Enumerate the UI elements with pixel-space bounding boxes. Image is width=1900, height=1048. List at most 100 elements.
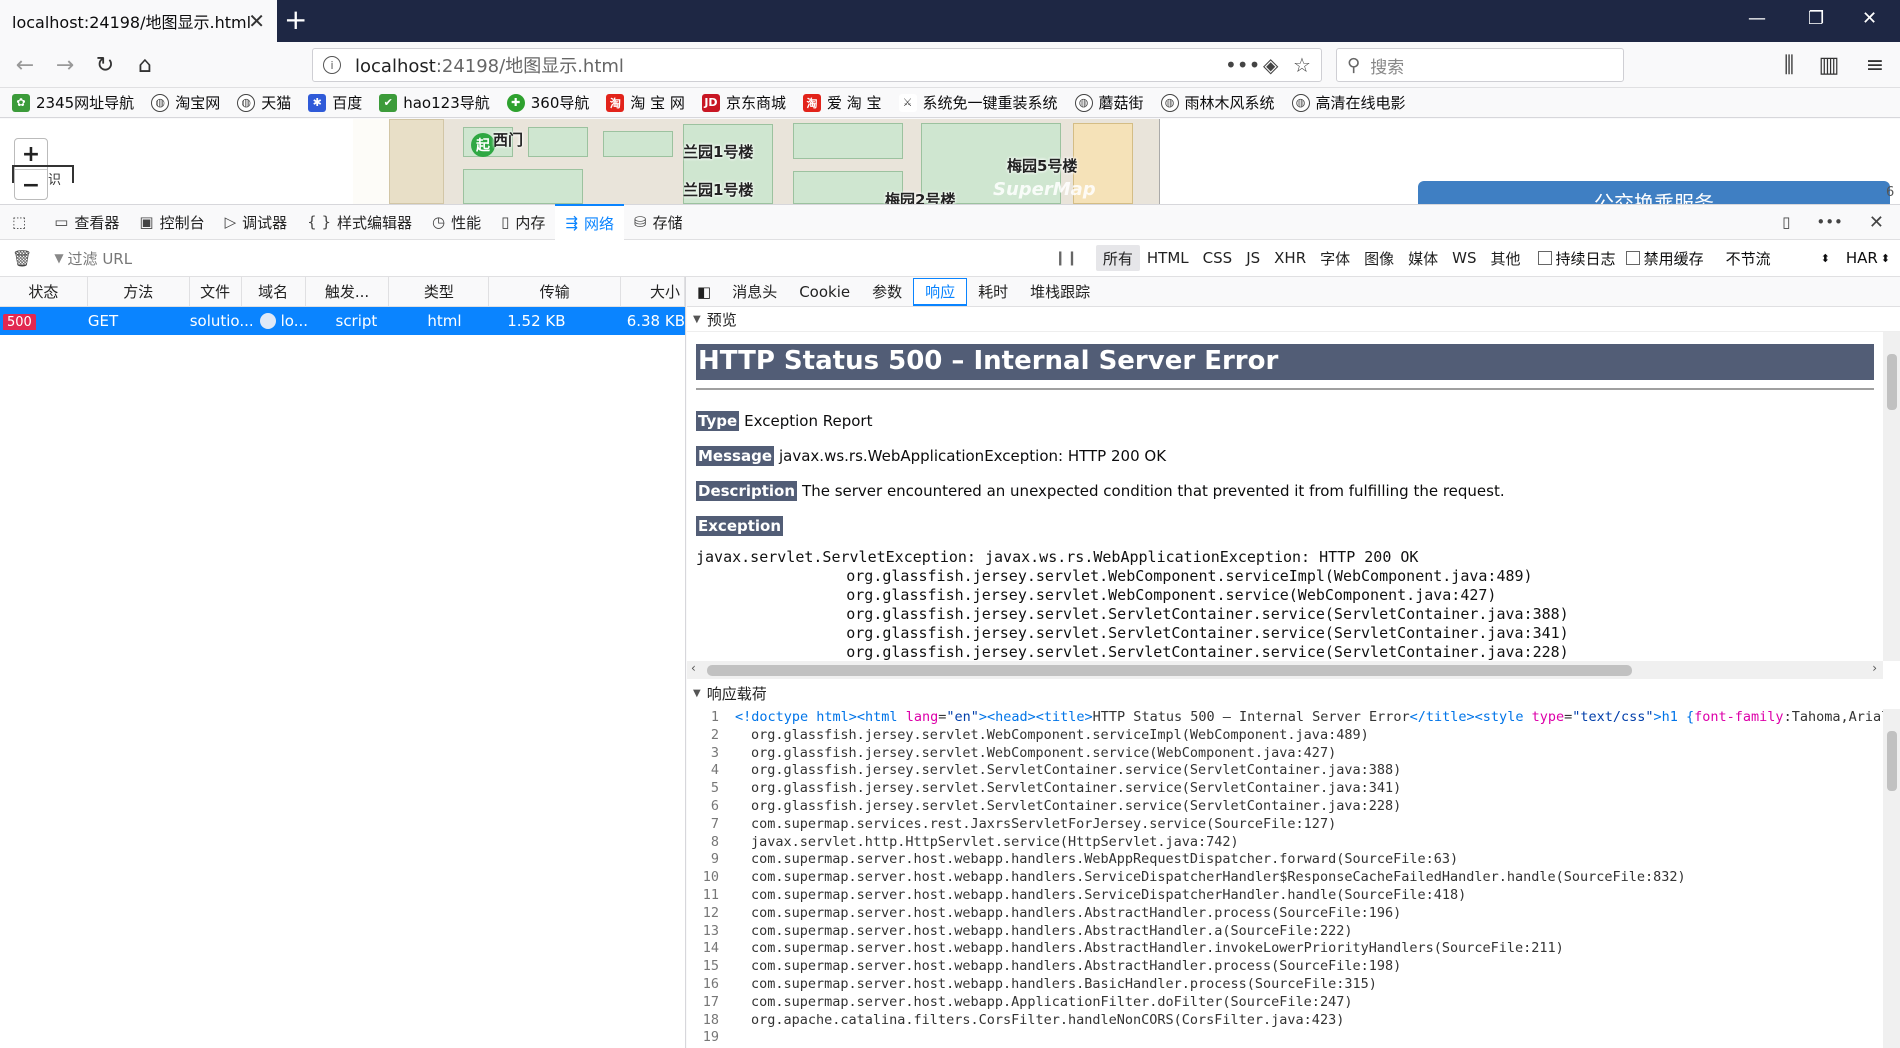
column-transferred[interactable]: 传输: [489, 277, 622, 306]
map-block: [389, 119, 444, 204]
tab-response[interactable]: 响应: [913, 277, 968, 306]
scrollbar-thumb[interactable]: [707, 665, 1632, 676]
filter-other[interactable]: 其他: [1484, 245, 1528, 271]
scrollbar-thumb[interactable]: [1887, 354, 1897, 410]
dock-icon[interactable]: ▯: [1772, 204, 1806, 240]
disable-cache-checkbox[interactable]: 禁用缓存: [1625, 248, 1704, 269]
har-menu[interactable]: HAR ⬍: [1846, 249, 1890, 267]
bookmark-hao123[interactable]: ✔ hao123导航: [379, 92, 490, 113]
bookmark-movies[interactable]: ◍ 高清在线电影: [1291, 92, 1406, 113]
payload-vertical-scrollbar[interactable]: [1883, 709, 1900, 1048]
payload-section-header[interactable]: ▼ 响应载荷: [687, 681, 1900, 705]
filter-images[interactable]: 图像: [1357, 245, 1401, 271]
filter-url-input[interactable]: 过滤 URL: [68, 248, 133, 269]
library-icon[interactable]: ⫼: [1776, 52, 1802, 78]
column-cause[interactable]: 触发...: [306, 277, 390, 306]
storage-icon: ⛁: [634, 213, 647, 231]
map-view[interactable]: 起 西门 兰园1号楼 兰园1号楼 梅园5号楼 梅园2号楼 SuperMap: [353, 119, 1160, 204]
tab-storage[interactable]: ⛁ 存储: [624, 204, 693, 240]
preview-horizontal-scrollbar[interactable]: ‹ ›: [687, 661, 1883, 679]
filter-html[interactable]: HTML: [1140, 245, 1196, 271]
filter-js[interactable]: JS: [1239, 245, 1267, 271]
bookmark-reinstall[interactable]: ⚔ 系统免一键重装系统: [898, 92, 1058, 113]
domain-text: lo...: [280, 312, 308, 330]
bookmark-tmall[interactable]: ◍ 天猫: [237, 92, 291, 113]
more-options-icon[interactable]: •••: [1806, 204, 1859, 240]
tab-inspector[interactable]: ▭ 查看器: [44, 204, 129, 240]
close-tab-icon[interactable]: ✕: [248, 9, 265, 33]
trash-icon[interactable]: 🗑: [12, 249, 32, 268]
url-text[interactable]: localhost:24198/地图显示.html: [355, 52, 624, 78]
filter-ws[interactable]: WS: [1445, 245, 1483, 271]
menu-icon[interactable]: ≡: [1862, 52, 1888, 78]
close-devtools-icon[interactable]: ✕: [1859, 204, 1900, 240]
tab-debugger[interactable]: ▷ 调试器: [215, 204, 298, 240]
filter-all[interactable]: 所有: [1095, 245, 1140, 271]
column-status[interactable]: 状态: [0, 277, 88, 306]
toggle-sidebar-icon[interactable]: ◧: [687, 277, 721, 307]
close-window-icon[interactable]: ✕: [1862, 8, 1877, 29]
bookmark-360[interactable]: ✚ 360导航: [506, 92, 589, 113]
tab-memory[interactable]: ▯ 内存: [491, 204, 555, 240]
bookmark-2345[interactable]: ✿ 2345网址导航: [12, 92, 134, 113]
tab-timings[interactable]: 耗时: [967, 277, 1019, 307]
column-size[interactable]: 大小: [621, 277, 685, 306]
table-row[interactable]: 500 GET solutio... lo... script html 1.5…: [0, 307, 685, 335]
scrollbar-thumb[interactable]: [1887, 731, 1897, 791]
bookmark-taobao2[interactable]: 淘淘 宝 网: [606, 92, 685, 113]
tab-network[interactable]: ⇶ 网络: [555, 204, 625, 240]
column-method[interactable]: 方法: [88, 277, 190, 306]
sidebar-icon[interactable]: ▥: [1816, 52, 1842, 78]
tab-console[interactable]: ▣ 控制台: [129, 204, 214, 240]
url-bar[interactable]: i localhost:24198/地图显示.html ••• ◈ ☆: [312, 48, 1322, 82]
filter-xhr[interactable]: XHR: [1267, 245, 1313, 271]
element-picker-icon[interactable]: ⬚: [0, 204, 44, 240]
reload-icon[interactable]: ↻: [92, 52, 118, 78]
preview-vertical-scrollbar[interactable]: [1883, 332, 1900, 661]
filter-media[interactable]: 媒体: [1401, 245, 1445, 271]
preview-section-header[interactable]: ▼ 预览: [687, 307, 1900, 331]
minimize-icon[interactable]: —: [1748, 8, 1766, 29]
code-line: 8 javax.servlet.http.HttpServlet.service(…: [687, 834, 1900, 852]
browser-tab-active[interactable]: localhost:24198/地图显示.html ✕: [0, 0, 277, 42]
tab-cookies[interactable]: Cookie: [788, 277, 861, 307]
bookmark-mogujie[interactable]: ◍ 蘑菇街: [1074, 92, 1144, 113]
site-info-icon[interactable]: i: [323, 56, 341, 74]
search-icon: ⚲: [1347, 54, 1361, 76]
restore-icon[interactable]: ❐: [1808, 8, 1824, 29]
back-icon[interactable]: ←: [12, 52, 38, 78]
bookmark-star-icon[interactable]: ☆: [1293, 53, 1311, 77]
pocket-icon[interactable]: ◈: [1263, 53, 1278, 77]
method-cell: GET: [87, 312, 119, 330]
throttle-select[interactable]: 不节流 ⬍: [1726, 248, 1830, 269]
response-payload-editor[interactable]: 1 <!doctype html><html lang = "en"><head><t…: [687, 709, 1900, 1048]
bookmark-jd[interactable]: JD 京东商城: [701, 92, 786, 113]
scroll-right-icon[interactable]: ›: [1872, 661, 1877, 675]
filter-css[interactable]: CSS: [1196, 245, 1240, 271]
tab-style-editor[interactable]: { } 样式编辑器: [297, 204, 422, 240]
pause-icon[interactable]: ❙❙: [1054, 250, 1077, 266]
column-file[interactable]: 文件: [190, 277, 242, 306]
page-actions-icon[interactable]: •••: [1225, 53, 1260, 77]
tab-stack-trace[interactable]: 堆栈跟踪: [1019, 277, 1101, 307]
home-icon[interactable]: ⌂: [132, 52, 158, 78]
column-type[interactable]: 类型: [389, 277, 490, 306]
column-domain[interactable]: 域名: [242, 277, 306, 306]
bookmark-taobao[interactable]: ◍ 淘宝网: [151, 92, 220, 113]
tab-params[interactable]: 参数: [861, 277, 913, 307]
scroll-left-icon[interactable]: ‹: [691, 661, 696, 675]
new-tab-icon[interactable]: +: [284, 5, 307, 35]
transit-service-button[interactable]: 公交换乘服务: [1418, 181, 1890, 204]
start-marker[interactable]: 起: [471, 133, 495, 157]
tab-headers[interactable]: 消息头: [721, 277, 788, 307]
filter-fonts[interactable]: 字体: [1313, 245, 1357, 271]
bookmark-ylmf[interactable]: ◍ 雨林木风系统: [1160, 92, 1275, 113]
persist-log-checkbox[interactable]: 持续日志: [1537, 248, 1616, 269]
bookmark-baidu[interactable]: ✱ 百度: [308, 92, 362, 113]
search-box[interactable]: ⚲ 搜索: [1336, 48, 1624, 82]
checkbox-label: 持续日志: [1555, 249, 1616, 268]
forward-icon[interactable]: →: [52, 52, 78, 78]
bookmark-aitaobao[interactable]: 淘爱 淘 宝: [802, 92, 882, 113]
line-number: 3: [710, 744, 719, 761]
tab-performance[interactable]: ◷ 性能: [422, 204, 491, 240]
